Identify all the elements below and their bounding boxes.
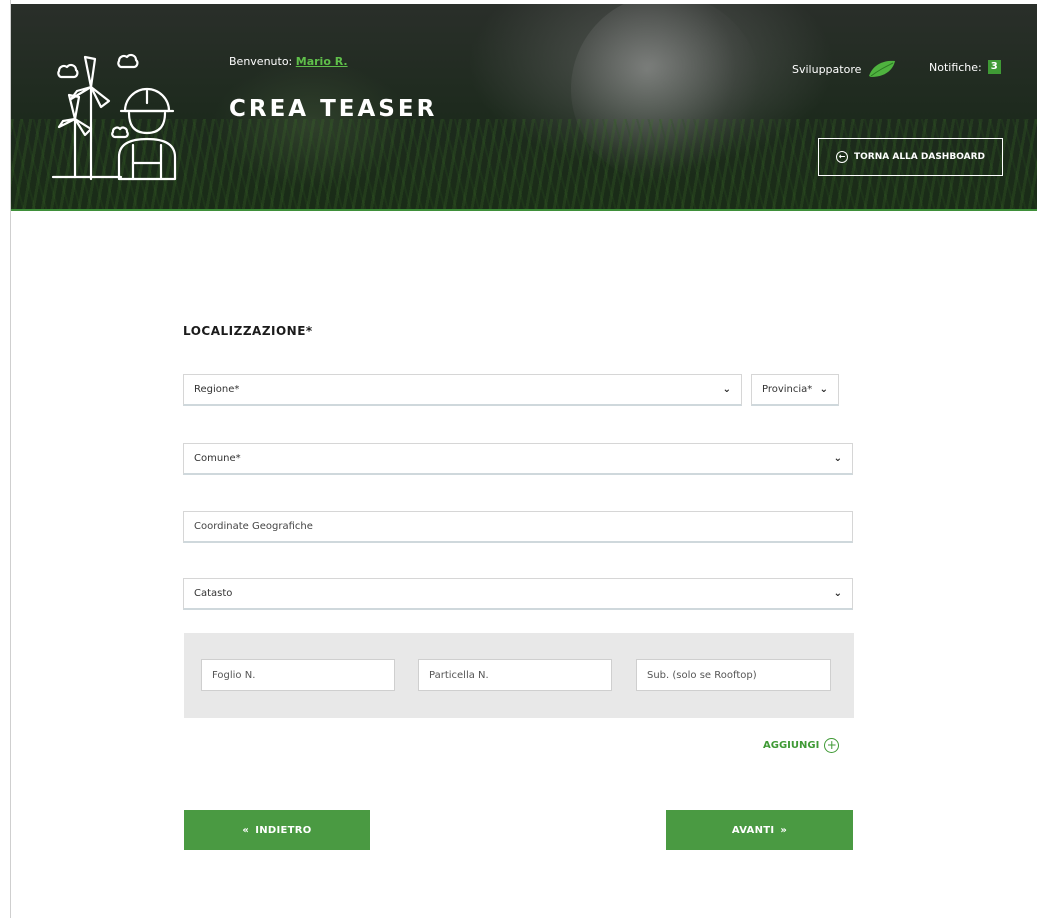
chevron-down-icon: ⌄ (722, 384, 731, 395)
back-to-dashboard-button[interactable]: ← TORNA ALLA DASHBOARD (818, 138, 1003, 176)
next-label: AVANTI (731, 824, 775, 836)
comune-select[interactable]: Comune* ⌄ (183, 443, 853, 475)
plus-circle-icon: + (824, 738, 840, 753)
particella-placeholder: Particella N. (429, 669, 489, 681)
notifications-badge[interactable]: 3 (987, 60, 1001, 74)
coordinate-input[interactable]: Coordinate Geografiche (183, 511, 853, 543)
back-to-dashboard-label: TORNA ALLA DASHBOARD (854, 152, 985, 162)
chevron-down-icon: ⌄ (833, 453, 842, 464)
chevron-down-icon: ⌄ (819, 384, 828, 395)
double-chevron-left-icon: « (242, 824, 250, 836)
catasto-details-panel: Foglio N. Particella N. Sub. (solo se Ro… (184, 633, 854, 718)
welcome-label: Benvenuto: (229, 55, 293, 68)
provincia-placeholder: Provincia* (762, 384, 813, 395)
particella-input[interactable]: Particella N. (418, 659, 612, 691)
catasto-select[interactable]: Catasto ⌄ (183, 578, 853, 610)
catasto-placeholder: Catasto (194, 588, 233, 599)
regione-placeholder: Regione* (194, 384, 240, 395)
page-title: CREA TEASER (229, 96, 438, 122)
role-label: Sviluppatore (792, 62, 862, 76)
coordinate-placeholder: Coordinate Geografiche (194, 521, 313, 532)
foglio-input[interactable]: Foglio N. (201, 659, 395, 691)
notifications[interactable]: Notifiche: 3 (929, 60, 1001, 74)
section-title: LOCALIZZAZIONE* (183, 324, 313, 338)
comune-placeholder: Comune* (194, 453, 241, 464)
add-catasto-button[interactable]: AGGIUNGI + (763, 738, 840, 753)
leaf-icon (869, 60, 896, 77)
sub-placeholder: Sub. (solo se Rooftop) (647, 669, 757, 681)
double-chevron-right-icon: » (780, 824, 788, 836)
back-button[interactable]: « INDIETRO (184, 810, 370, 850)
regione-select[interactable]: Regione* ⌄ (183, 374, 742, 406)
welcome-text: Benvenuto: Mario R. (229, 55, 348, 68)
user-name-link[interactable]: Mario R. (296, 55, 348, 68)
provincia-select[interactable]: Provincia* ⌄ (751, 374, 839, 406)
sub-input[interactable]: Sub. (solo se Rooftop) (636, 659, 831, 691)
user-role: Sviluppatore (792, 60, 897, 78)
notifications-label: Notifiche: (929, 60, 982, 74)
add-label: AGGIUNGI (763, 740, 820, 751)
chevron-down-icon: ⌄ (833, 588, 842, 599)
page-frame: Benvenuto: Mario R. CREA TEASER Sviluppa… (10, 0, 1037, 918)
back-label: INDIETRO (255, 824, 312, 836)
next-button[interactable]: AVANTI » (666, 810, 853, 850)
foglio-placeholder: Foglio N. (212, 669, 256, 681)
header-banner: Benvenuto: Mario R. CREA TEASER Sviluppa… (11, 4, 1037, 211)
arrow-left-circle-icon: ← (836, 151, 848, 163)
wind-turbine-worker-logo (51, 53, 177, 181)
